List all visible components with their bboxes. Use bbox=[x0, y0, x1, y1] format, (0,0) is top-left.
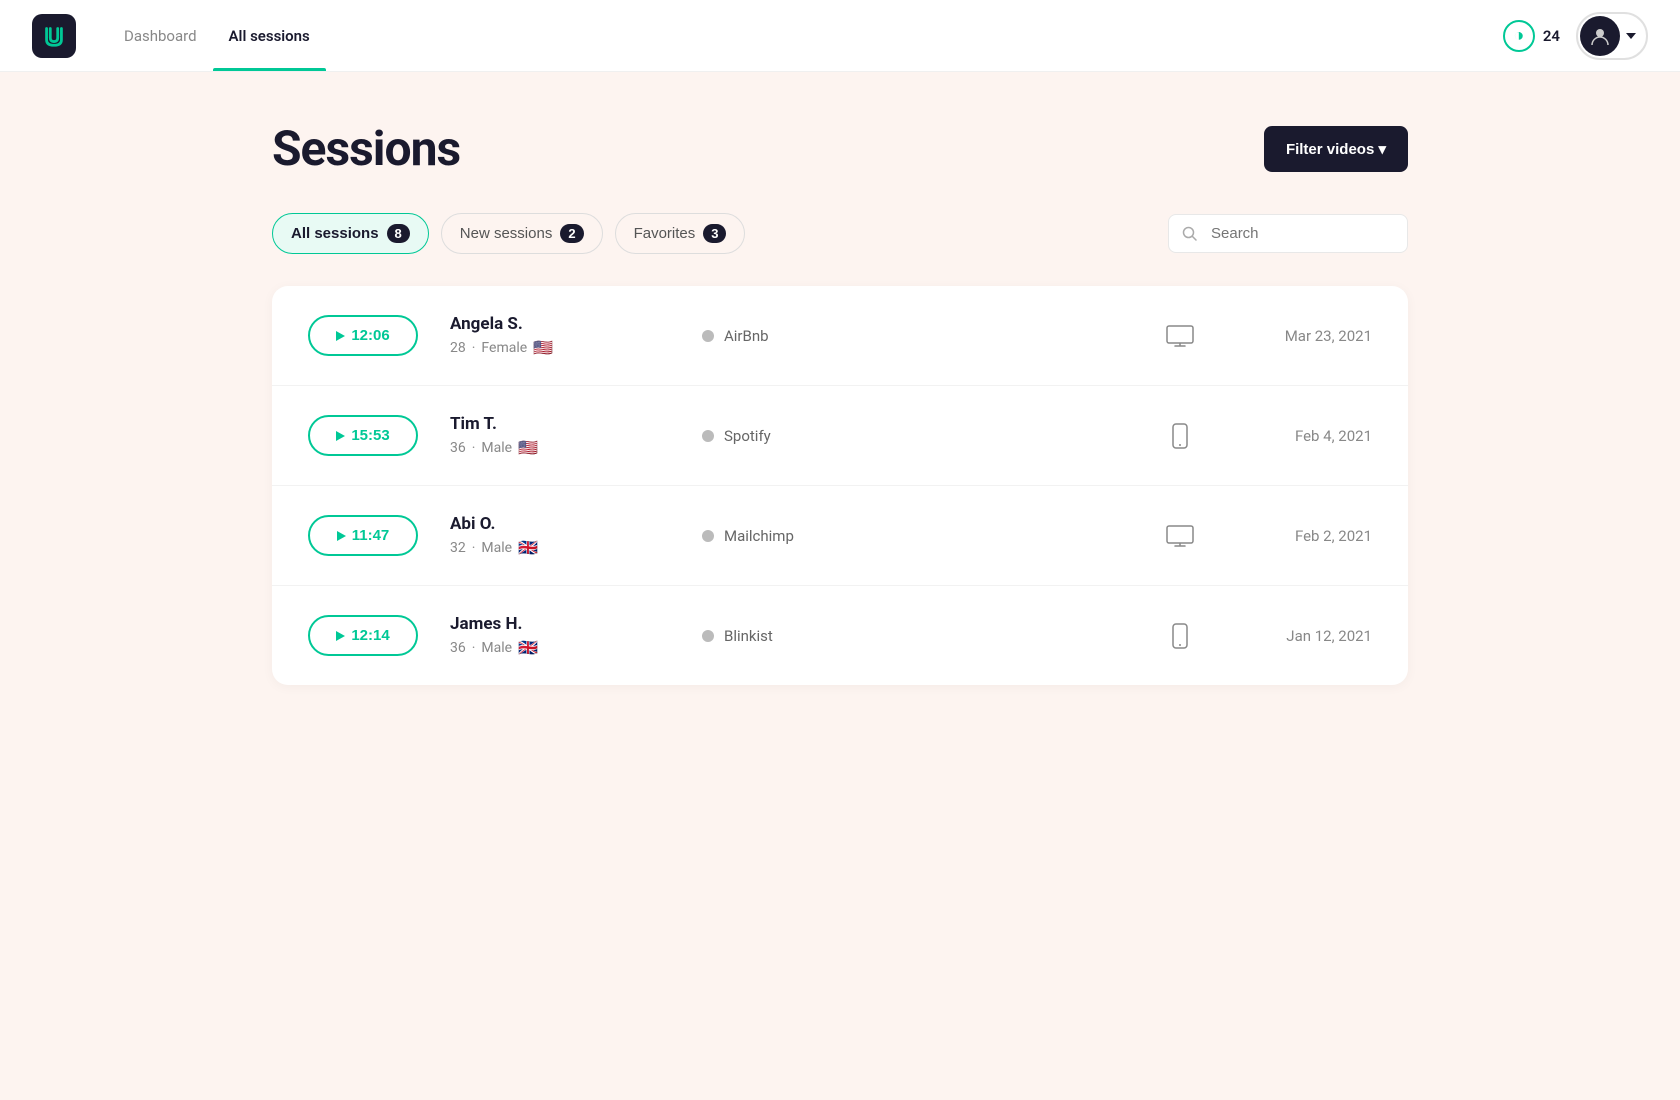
credits-icon: ◑ bbox=[1503, 20, 1535, 52]
session-meta: 36 · Male 🇬🇧 bbox=[450, 638, 670, 657]
page-title: Sessions bbox=[272, 120, 460, 177]
play-icon bbox=[337, 531, 346, 541]
filter-favorites[interactable]: Favorites 3 bbox=[615, 213, 746, 254]
session-meta: 36 · Male 🇺🇸 bbox=[450, 438, 670, 457]
credits-display: ◑ 24 bbox=[1503, 20, 1560, 52]
filter-all-sessions[interactable]: All sessions 8 bbox=[272, 213, 429, 254]
app-dot-icon bbox=[702, 630, 714, 642]
favorites-badge: 3 bbox=[703, 224, 726, 243]
play-icon bbox=[336, 431, 345, 441]
session-info-1: Tim T. 36 · Male 🇺🇸 bbox=[450, 414, 670, 457]
new-sessions-badge: 2 bbox=[560, 224, 583, 243]
session-name: Tim T. bbox=[450, 414, 670, 434]
session-info-3: James H. 36 · Male 🇬🇧 bbox=[450, 614, 670, 657]
table-row: 11:47 Abi O. 32 · Male 🇬🇧 Mailchimp bbox=[272, 486, 1408, 586]
play-button-0[interactable]: 12:06 bbox=[308, 315, 418, 356]
session-date: Mar 23, 2021 bbox=[1242, 327, 1372, 345]
session-name: Abi O. bbox=[450, 514, 670, 534]
session-meta: 32 · Male 🇬🇧 bbox=[450, 538, 670, 557]
nav-right: ◑ 24 bbox=[1503, 12, 1648, 60]
nav-tab-all-sessions[interactable]: All sessions bbox=[213, 0, 326, 71]
chevron-down-icon bbox=[1626, 33, 1636, 39]
session-date: Feb 2, 2021 bbox=[1242, 527, 1372, 545]
play-button-2[interactable]: 11:47 bbox=[308, 515, 418, 556]
session-name: Angela S. bbox=[450, 314, 670, 334]
nav-tab-dashboard[interactable]: Dashboard bbox=[108, 0, 213, 71]
session-date: Jan 12, 2021 bbox=[1242, 627, 1372, 645]
session-app: Spotify bbox=[702, 427, 1118, 445]
play-icon bbox=[336, 631, 345, 641]
session-meta: 28 · Female 🇺🇸 bbox=[450, 338, 670, 357]
device-icon bbox=[1150, 423, 1210, 449]
play-button-3[interactable]: 12:14 bbox=[308, 615, 418, 656]
flag-icon: 🇺🇸 bbox=[533, 338, 553, 357]
avatar bbox=[1580, 16, 1620, 56]
flag-icon: 🇬🇧 bbox=[518, 538, 538, 557]
session-app: Blinkist bbox=[702, 627, 1118, 645]
flag-icon: 🇺🇸 bbox=[518, 438, 538, 457]
play-icon bbox=[336, 331, 345, 341]
session-info-0: Angela S. 28 · Female 🇺🇸 bbox=[450, 314, 670, 357]
device-icon bbox=[1150, 525, 1210, 547]
filters-row: All sessions 8 New sessions 2 Favorites … bbox=[272, 213, 1408, 254]
navbar: Dashboard All sessions ◑ 24 bbox=[0, 0, 1680, 72]
table-row: 15:53 Tim T. 36 · Male 🇺🇸 Spotify bbox=[272, 386, 1408, 486]
filter-new-sessions[interactable]: New sessions 2 bbox=[441, 213, 603, 254]
app-dot-icon bbox=[702, 530, 714, 542]
play-button-1[interactable]: 15:53 bbox=[308, 415, 418, 456]
session-info-2: Abi O. 32 · Male 🇬🇧 bbox=[450, 514, 670, 557]
session-app: AirBnb bbox=[702, 327, 1118, 345]
table-row: 12:14 James H. 36 · Male 🇬🇧 Blinkist bbox=[272, 586, 1408, 685]
app-dot-icon bbox=[702, 430, 714, 442]
search-box bbox=[1168, 214, 1408, 253]
session-date: Feb 4, 2021 bbox=[1242, 427, 1372, 445]
page-header: Sessions Filter videos ▾ bbox=[272, 120, 1408, 177]
filter-videos-button[interactable]: Filter videos ▾ bbox=[1264, 126, 1408, 172]
app-dot-icon bbox=[702, 330, 714, 342]
table-row: 12:06 Angela S. 28 · Female 🇺🇸 AirBnb bbox=[272, 286, 1408, 386]
search-icon bbox=[1182, 226, 1198, 242]
logo bbox=[32, 14, 76, 58]
device-icon bbox=[1150, 325, 1210, 347]
session-name: James H. bbox=[450, 614, 670, 634]
search-input[interactable] bbox=[1168, 214, 1408, 253]
session-app: Mailchimp bbox=[702, 527, 1118, 545]
sessions-list: 12:06 Angela S. 28 · Female 🇺🇸 AirBnb bbox=[272, 286, 1408, 685]
credits-count: 24 bbox=[1543, 27, 1560, 45]
device-icon bbox=[1150, 623, 1210, 649]
all-sessions-badge: 8 bbox=[387, 224, 410, 243]
flag-icon: 🇬🇧 bbox=[518, 638, 538, 657]
main-content: Sessions Filter videos ▾ All sessions 8 … bbox=[240, 72, 1440, 685]
user-menu-button[interactable] bbox=[1576, 12, 1648, 60]
nav-tabs: Dashboard All sessions bbox=[108, 0, 326, 71]
